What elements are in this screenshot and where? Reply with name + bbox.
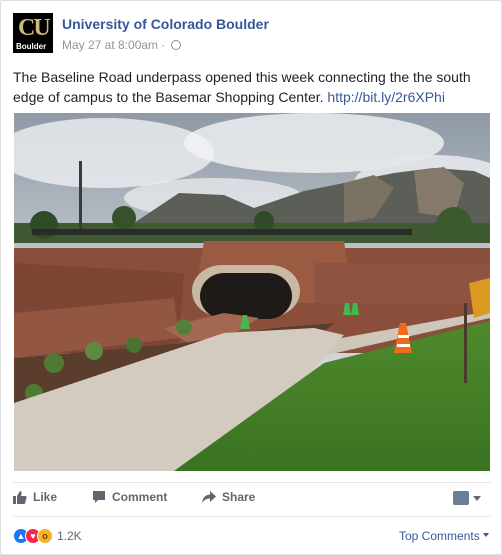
facebook-post-card: CU Boulder University of Colorado Boulde… [0,0,502,555]
globe-icon [170,40,181,50]
post-link[interactable]: http://bit.ly/2r6XPhi [327,89,445,105]
top-comments-dropdown[interactable]: Top Comments [399,529,489,543]
viewer-avatar [453,491,469,505]
wow-reaction-icon: o [37,528,53,544]
logo-mark: CU [18,15,51,41]
actions-bottom-divider [13,516,491,517]
post-body: The Baseline Road underpass opened this … [13,67,493,107]
post-actions-bar: Like Comment Share [13,485,491,513]
post-timestamp[interactable]: May 27 at 8:00am [62,38,158,52]
post-as-selector[interactable] [453,489,489,507]
comment-button[interactable]: Comment [92,490,167,504]
comment-bubble-icon [92,490,106,504]
like-button[interactable]: Like [13,490,57,504]
chevron-down-icon [473,496,481,501]
top-comments-label: Top Comments [399,529,480,543]
like-label: Like [33,490,58,504]
reaction-summary[interactable]: ▲ ♥ o 1.2K [13,528,82,544]
logo-caption: Boulder [16,42,47,51]
caret-down-icon [482,533,489,537]
share-arrow-icon [202,490,216,504]
share-label: Share [222,490,256,504]
post-header: CU Boulder University of Colorado Boulde… [13,13,483,57]
comment-label: Comment [112,490,168,504]
actions-top-divider [13,482,491,483]
page-name-link[interactable]: University of Colorado Boulder [62,16,269,32]
page-avatar[interactable]: CU Boulder [13,13,53,53]
post-meta: May 27 at 8:00am · [62,38,181,52]
post-photo[interactable] [14,113,490,471]
meta-separator: · [161,38,166,52]
reaction-count: 1.2K [57,529,82,543]
underpass-photo [14,113,490,471]
thumbs-up-icon [13,490,27,504]
share-button[interactable]: Share [202,490,255,504]
